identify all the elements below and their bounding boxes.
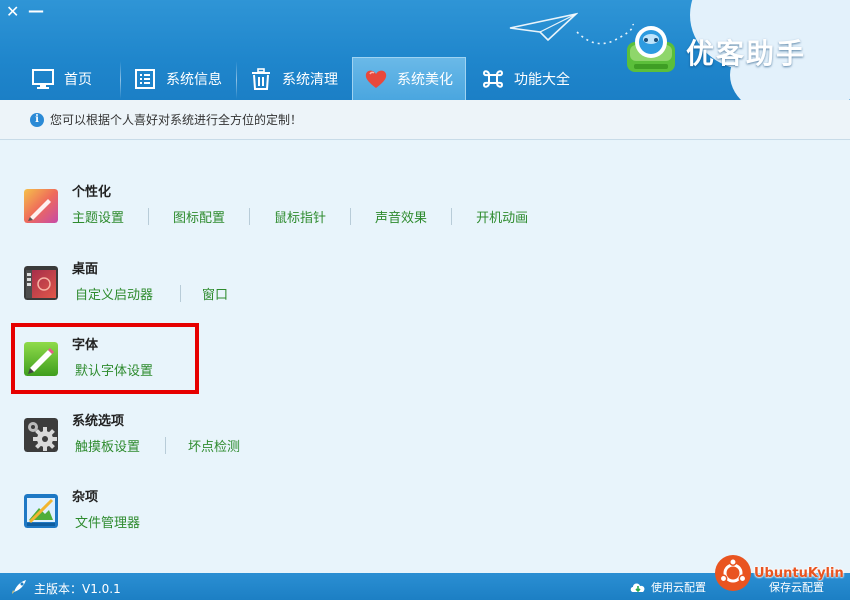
misc-icon — [24, 494, 58, 528]
tab-divider — [236, 61, 237, 99]
link-divider — [249, 208, 251, 225]
personalize-icon — [24, 189, 58, 223]
link-divider — [451, 208, 453, 225]
tab-system-clean[interactable]: 系统清理 — [240, 57, 350, 100]
link-divider — [148, 208, 150, 225]
ubuntu-logo-icon — [715, 555, 751, 591]
section-links: 触摸板设置 坏点检测 — [75, 436, 240, 455]
mouse-pointer-link[interactable]: 鼠标指针 — [274, 207, 326, 226]
tab-label: 首页 — [64, 71, 92, 88]
touchpad-settings-link[interactable]: 触摸板设置 — [75, 436, 140, 455]
ubuntukylin-watermark: UbuntuKylin — [714, 554, 844, 592]
info-bar: i 您可以根据个人喜好对系统进行全方位的定制！ — [0, 100, 850, 140]
highlight-box — [11, 323, 199, 394]
link-divider — [350, 208, 352, 225]
custom-launcher-link[interactable]: 自定义启动器 — [75, 284, 153, 303]
info-icon: i — [30, 112, 44, 127]
version-text: 主版本：V1.0.1 — [34, 582, 121, 596]
tab-label: 功能大全 — [514, 71, 570, 88]
info-text: 您可以根据个人喜好对系统进行全方位的定制！ — [50, 113, 303, 127]
rocket-icon — [12, 580, 26, 594]
tab-label: 系统清理 — [282, 71, 338, 88]
cloud-download-icon — [630, 582, 645, 592]
tab-divider — [120, 61, 121, 99]
tab-label: 系统美化 — [397, 72, 453, 88]
section-title: 杂项 — [72, 490, 99, 505]
section-title: 个性化 — [72, 185, 112, 200]
paper-plane-icon — [509, 12, 578, 42]
youker-logo-icon — [627, 26, 675, 72]
tab-system-beautify[interactable]: 系统美化 — [352, 57, 466, 100]
theme-settings-link[interactable]: 主题设置 — [72, 207, 124, 226]
command-icon — [480, 66, 506, 92]
monitor-icon — [30, 66, 56, 92]
tab-label: 系统信息 — [166, 71, 222, 88]
title-header: ✕ — 优客助手 首页 系统信息 系统清理 系统美化 功能大全 — [0, 0, 850, 100]
section-links: 主题设置 图标配置 鼠标指针 声音效果 开机动画 — [72, 207, 528, 226]
main-tabs: 首页 系统信息 系统清理 系统美化 功能大全 — [0, 57, 600, 100]
heart-icon — [363, 66, 389, 92]
link-divider — [180, 285, 182, 302]
gears-icon — [24, 418, 58, 452]
section-title: 系统选项 — [72, 414, 125, 429]
file-manager-link[interactable]: 文件管理器 — [75, 512, 140, 531]
section-links: 文件管理器 — [75, 512, 140, 531]
minimize-button[interactable]: — — [28, 3, 44, 19]
close-button[interactable]: ✕ — [6, 4, 19, 20]
icon-config-link[interactable]: 图标配置 — [173, 207, 225, 226]
boot-animation-link[interactable]: 开机动画 — [476, 207, 528, 226]
desktop-icon — [24, 266, 58, 300]
tab-home[interactable]: 首页 — [20, 57, 120, 100]
use-cloud-config-button[interactable]: 使用云配置 — [629, 579, 706, 595]
tab-all-features[interactable]: 功能大全 — [470, 57, 580, 100]
link-divider — [165, 437, 167, 454]
sound-effects-link[interactable]: 声音效果 — [375, 207, 427, 226]
ubuntukylin-text: UbuntuKylin — [754, 565, 844, 581]
window-link[interactable]: 窗口 — [202, 284, 228, 303]
trash-icon — [248, 66, 274, 92]
section-title: 桌面 — [72, 262, 99, 277]
brand-name: 优客助手 — [686, 37, 807, 70]
list-icon — [132, 66, 158, 92]
dead-pixel-test-link[interactable]: 坏点检测 — [188, 436, 240, 455]
tab-system-info[interactable]: 系统信息 — [124, 57, 234, 100]
section-links: 自定义启动器 窗口 — [75, 284, 228, 303]
use-cloud-config-label: 使用云配置 — [651, 581, 706, 594]
